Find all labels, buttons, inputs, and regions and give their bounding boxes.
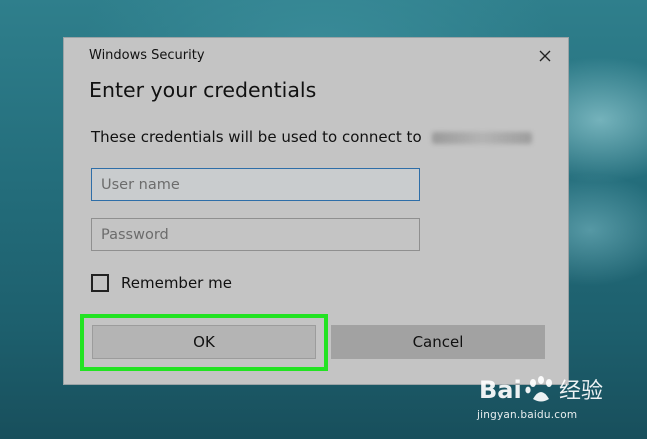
remember-me-label: Remember me [121,274,232,292]
remember-me-row[interactable]: Remember me [91,274,232,292]
cancel-button[interactable]: Cancel [331,325,545,359]
credentials-dialog: Windows Security Enter your credentials … [63,37,569,385]
description-text: These credentials will be used to connec… [91,128,422,146]
dialog-heading: Enter your credentials [89,78,317,102]
description-row: These credentials will be used to connec… [91,128,533,146]
password-input[interactable] [91,218,420,251]
desktop-background: Windows Security Enter your credentials … [0,0,647,439]
ok-button[interactable]: OK [92,325,316,359]
remember-me-checkbox[interactable] [91,274,109,292]
svg-text:Bai: Bai [479,376,522,404]
svg-text:经验: 经验 [559,379,603,404]
close-icon [539,50,551,62]
close-button[interactable] [532,43,558,69]
baidu-watermark: Bai 经验 jingyan.baidu.com [477,371,617,427]
window-title: Windows Security [89,48,205,63]
redacted-host [432,131,533,144]
watermark-url: jingyan.baidu.com [477,409,578,421]
username-input[interactable] [91,168,420,201]
baidu-logo: Bai 经验 [479,376,603,404]
